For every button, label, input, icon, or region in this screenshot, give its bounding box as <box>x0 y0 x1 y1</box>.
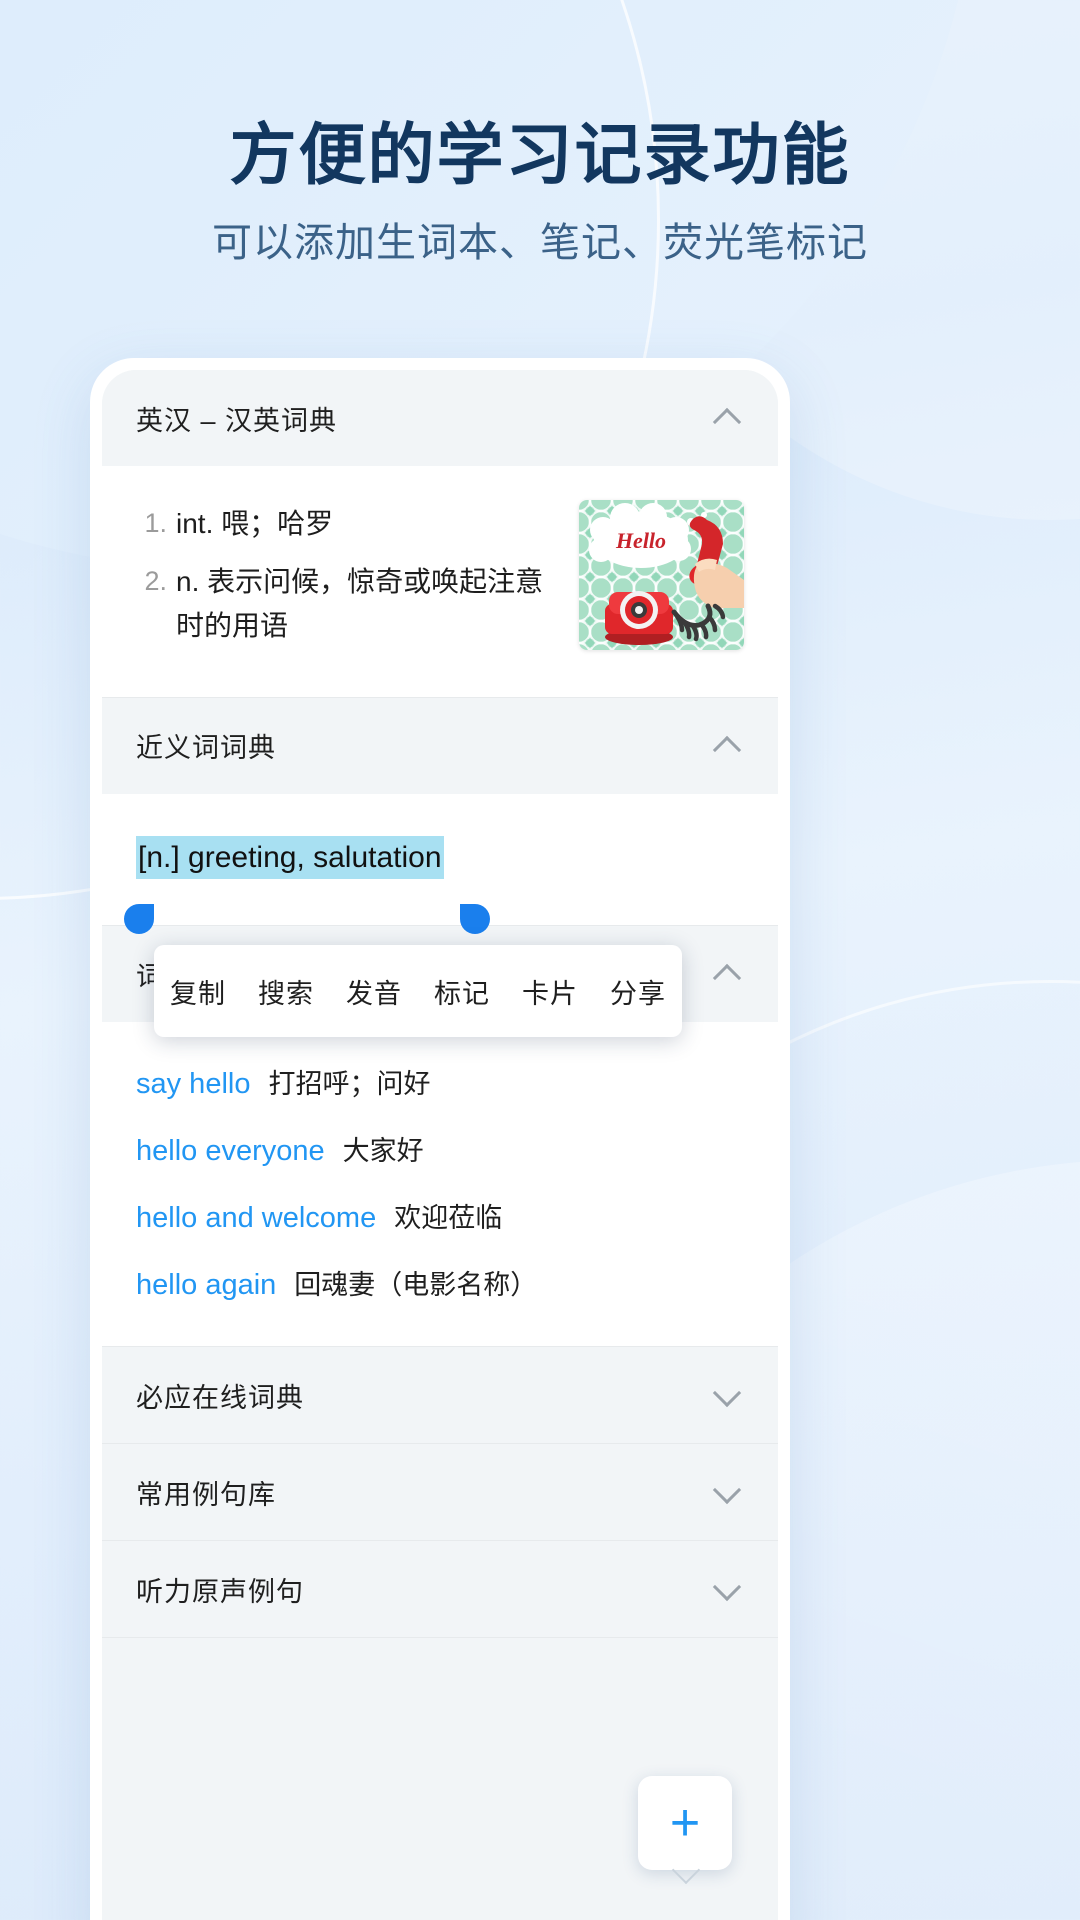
selection-handle-end[interactable] <box>460 903 490 934</box>
hello-telephone-illustration: Hello <box>579 500 744 650</box>
phrase-chinese: 欢迎莅临 <box>394 1203 503 1234</box>
phrase-chinese: 大家好 <box>342 1136 424 1167</box>
section-body-thesaurus: [n.] greeting, salutation <box>102 793 778 934</box>
section-body-phrases: say hello 打招呼；问好 hello everyone 大家好 hell… <box>102 1022 778 1347</box>
chevron-up-icon[interactable] <box>714 733 740 759</box>
chevron-down-icon[interactable] <box>714 1382 740 1408</box>
definition-text: n. 表示问候，惊奇或唤起注意时的用语 <box>176 566 544 642</box>
context-menu-item-share[interactable]: 分享 <box>594 972 682 1011</box>
context-menu-item-card[interactable]: 卡片 <box>506 972 594 1011</box>
context-menu-item-search[interactable]: 搜索 <box>242 972 330 1011</box>
phrase-chinese: 打招呼；问好 <box>268 1069 431 1100</box>
list-item[interactable]: hello and welcome 欢迎莅临 <box>136 1182 744 1249</box>
page-subtitle: 可以添加生词本、笔记、荧光笔标记 <box>212 221 868 266</box>
selected-text[interactable]: [n.] greeting, salutation <box>136 835 444 880</box>
definition-item: 2. n. 表示问候，惊奇或唤起注意时的用语 <box>136 560 569 648</box>
section-title: 听力原声例句 <box>136 1576 304 1607</box>
context-menu-item-pronounce[interactable]: 发音 <box>330 972 418 1011</box>
section-header-listening-sentences[interactable]: 听力原声例句 <box>102 1541 778 1638</box>
hello-telephone-image[interactable]: Hello <box>579 500 744 650</box>
section-header-bing-online-dictionary[interactable]: 必应在线词典 <box>102 1347 778 1444</box>
svg-text:Hello: Hello <box>615 528 666 553</box>
section-header-common-sentences[interactable]: 常用例句库 <box>102 1444 778 1541</box>
section-header-extra <box>102 1638 778 1735</box>
section-header-ec-dictionary[interactable]: 英汉 – 汉英词典 <box>102 370 778 466</box>
list-item[interactable]: hello again 回魂妻（电影名称） <box>136 1249 744 1316</box>
list-item[interactable]: hello everyone 大家好 <box>136 1115 744 1182</box>
app-screen: 英汉 – 汉英词典 1. int. 喂；哈罗 2. n. 表示问候，惊奇或唤起注… <box>102 370 778 1920</box>
list-item[interactable]: say hello 打招呼；问好 <box>136 1048 744 1115</box>
definition-text: int. 喂；哈罗 <box>176 508 334 539</box>
plus-icon: + <box>669 1794 701 1852</box>
section-title: 英汉 – 汉英词典 <box>136 405 338 436</box>
chevron-up-icon[interactable] <box>714 405 740 431</box>
page-title: 方便的学习记录功能 <box>229 118 851 193</box>
add-button[interactable]: + <box>638 1776 732 1870</box>
definition-number: 1. <box>144 508 167 538</box>
phone-mockup: 英汉 – 汉英词典 1. int. 喂；哈罗 2. n. 表示问候，惊奇或唤起注… <box>90 358 790 1920</box>
phrase-english[interactable]: hello everyone <box>136 1135 325 1168</box>
section-title: 近义词词典 <box>136 733 276 764</box>
phrase-english[interactable]: say hello <box>136 1068 250 1101</box>
section-title: 必应在线词典 <box>136 1382 304 1413</box>
chevron-down-icon[interactable] <box>714 1479 740 1505</box>
chevron-up-icon[interactable] <box>714 961 740 987</box>
section-header-thesaurus[interactable]: 近义词词典 <box>102 697 778 794</box>
phrase-english[interactable]: hello again <box>136 1269 276 1302</box>
definition-item: 1. int. 喂；哈罗 <box>136 502 569 546</box>
context-menu-item-copy[interactable]: 复制 <box>154 972 242 1011</box>
promo-headings: 方便的学习记录功能 可以添加生词本、笔记、荧光笔标记 <box>0 0 1080 267</box>
section-title: 常用例句库 <box>136 1479 276 1510</box>
phrase-chinese: 回魂妻（电影名称） <box>294 1270 538 1301</box>
section-body-ec-dictionary: 1. int. 喂；哈罗 2. n. 表示问候，惊奇或唤起注意时的用语 Hell… <box>102 466 778 697</box>
definition-number: 2. <box>144 566 167 597</box>
text-selection-context-menu[interactable]: 复制 搜索 发音 标记 卡片 分享 <box>154 945 682 1037</box>
context-menu-item-highlight[interactable]: 标记 <box>418 972 506 1011</box>
selection-handle-start[interactable] <box>124 903 154 934</box>
definition-list: 1. int. 喂；哈罗 2. n. 表示问候，惊奇或唤起注意时的用语 <box>136 496 569 663</box>
phrase-english[interactable]: hello and welcome <box>136 1202 376 1235</box>
chevron-down-icon[interactable] <box>714 1576 740 1602</box>
